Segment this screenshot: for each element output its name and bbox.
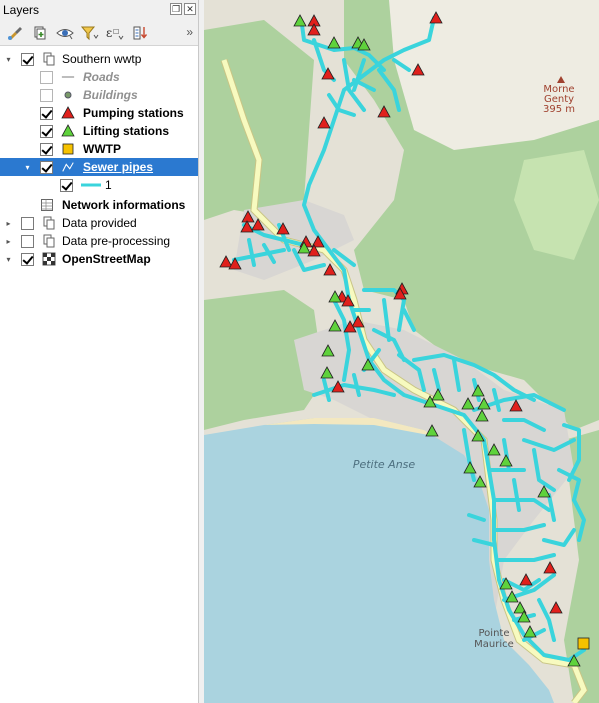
visibility-checkbox[interactable]	[40, 142, 53, 156]
collapse-arrow-icon[interactable]: ▾	[23, 163, 32, 172]
add-group-icon[interactable]	[29, 22, 51, 44]
layer-row-wwtp[interactable]: WWTP	[0, 140, 198, 158]
visibility-checkbox[interactable]	[21, 52, 34, 66]
visibility-checkbox[interactable]	[21, 216, 34, 230]
bay-label: Petite Anse	[352, 458, 416, 471]
categorized-line-icon	[61, 160, 75, 174]
svg-text:☐: ☐	[113, 28, 119, 36]
green-triangle-icon	[61, 124, 75, 138]
layer-tree: ▾ Southern wwtp Roads Buildings Pumping …	[0, 47, 198, 703]
layer-row-openstreetmap[interactable]: ▾ OpenStreetMap	[0, 250, 198, 268]
eye-icon[interactable]	[54, 22, 76, 44]
legend-label: 1	[105, 178, 112, 192]
peak-elevation: 395 m	[542, 104, 575, 115]
layer-row-southern-wwtp[interactable]: ▾ Southern wwtp	[0, 50, 198, 68]
collapse-arrow-icon[interactable]: ▾	[4, 255, 13, 264]
float-panel-button[interactable]: ❐	[170, 3, 182, 15]
peak-label: Morne Genty 395 m	[534, 85, 584, 115]
layer-row-sewer-pipes[interactable]: ▾ Sewer pipes	[0, 158, 198, 176]
layer-label: Pumping stations	[83, 106, 184, 120]
layer-row-lifting-stations[interactable]: Lifting stations	[0, 122, 198, 140]
expand-all-icon[interactable]	[129, 22, 151, 44]
visibility-checkbox[interactable]	[21, 252, 34, 266]
layer-row-buildings[interactable]: Buildings	[0, 86, 198, 104]
layer-row-pumping-stations[interactable]: Pumping stations	[0, 104, 198, 122]
raster-tile-icon	[42, 252, 56, 266]
layer-label: Data pre-processing	[62, 234, 171, 248]
layers-panel-title: Layers	[3, 3, 40, 17]
collapse-arrow-icon[interactable]: ▾	[4, 55, 13, 64]
category-checkbox[interactable]	[60, 178, 73, 192]
point-label: Pointe Maurice	[466, 628, 522, 650]
visibility-checkbox[interactable]	[40, 106, 53, 120]
layer-row-network-informations[interactable]: Network informations	[0, 196, 198, 214]
point-name-line2: Maurice	[474, 639, 514, 650]
expand-arrow-icon[interactable]: ▸	[4, 237, 13, 246]
layer-label: Lifting stations	[83, 124, 169, 138]
layer-label: Roads	[83, 70, 120, 84]
table-icon	[40, 198, 54, 212]
yellow-square-icon	[61, 142, 75, 156]
visibility-checkbox[interactable]	[40, 88, 53, 102]
point-name: Pointe	[478, 628, 510, 639]
svg-text:ε: ε	[106, 26, 112, 40]
layer-label: Network informations	[62, 198, 186, 212]
line-symbol-icon	[61, 70, 75, 84]
expression-filter-icon[interactable]: ε ☐	[104, 22, 126, 44]
point-symbol-icon	[61, 88, 75, 102]
layer-label: Southern wwtp	[62, 52, 142, 66]
layers-panel: Layers ❐ ✕ ε ☐ » ▾ Southern wwtp Roads B…	[0, 0, 199, 703]
layer-label: OpenStreetMap	[62, 252, 151, 266]
map-canvas[interactable]: Morne Genty 395 m Petite Anse Pointe Mau…	[204, 0, 599, 703]
layer-label: WWTP	[83, 142, 121, 156]
layer-row-roads[interactable]: Roads	[0, 68, 198, 86]
visibility-checkbox[interactable]	[40, 124, 53, 138]
layer-label: Sewer pipes	[83, 160, 154, 174]
visibility-checkbox[interactable]	[40, 160, 53, 174]
paintbrush-icon[interactable]	[4, 22, 26, 44]
filter-icon[interactable]	[79, 22, 101, 44]
group-icon	[42, 216, 56, 230]
layer-label: Data provided	[62, 216, 137, 230]
layers-panel-titlebar: Layers ❐ ✕	[0, 0, 198, 20]
layer-row-data-preprocessing[interactable]: ▸ Data pre-processing	[0, 232, 198, 250]
expand-arrow-icon[interactable]: ▸	[4, 219, 13, 228]
visibility-checkbox[interactable]	[40, 70, 53, 84]
more-tools-button[interactable]: »	[186, 25, 193, 39]
layers-toolbar: ε ☐ »	[0, 20, 198, 46]
group-icon	[42, 52, 56, 66]
legend-item-sewer-class[interactable]: 1	[0, 176, 198, 194]
close-panel-button[interactable]: ✕	[184, 3, 196, 15]
red-triangle-icon	[61, 106, 75, 120]
cyan-line-icon	[80, 178, 102, 192]
group-icon	[42, 234, 56, 248]
visibility-checkbox[interactable]	[21, 234, 34, 248]
layer-label: Buildings	[83, 88, 138, 102]
wwtp-marker	[577, 637, 590, 650]
layer-row-data-provided[interactable]: ▸ Data provided	[0, 214, 198, 232]
